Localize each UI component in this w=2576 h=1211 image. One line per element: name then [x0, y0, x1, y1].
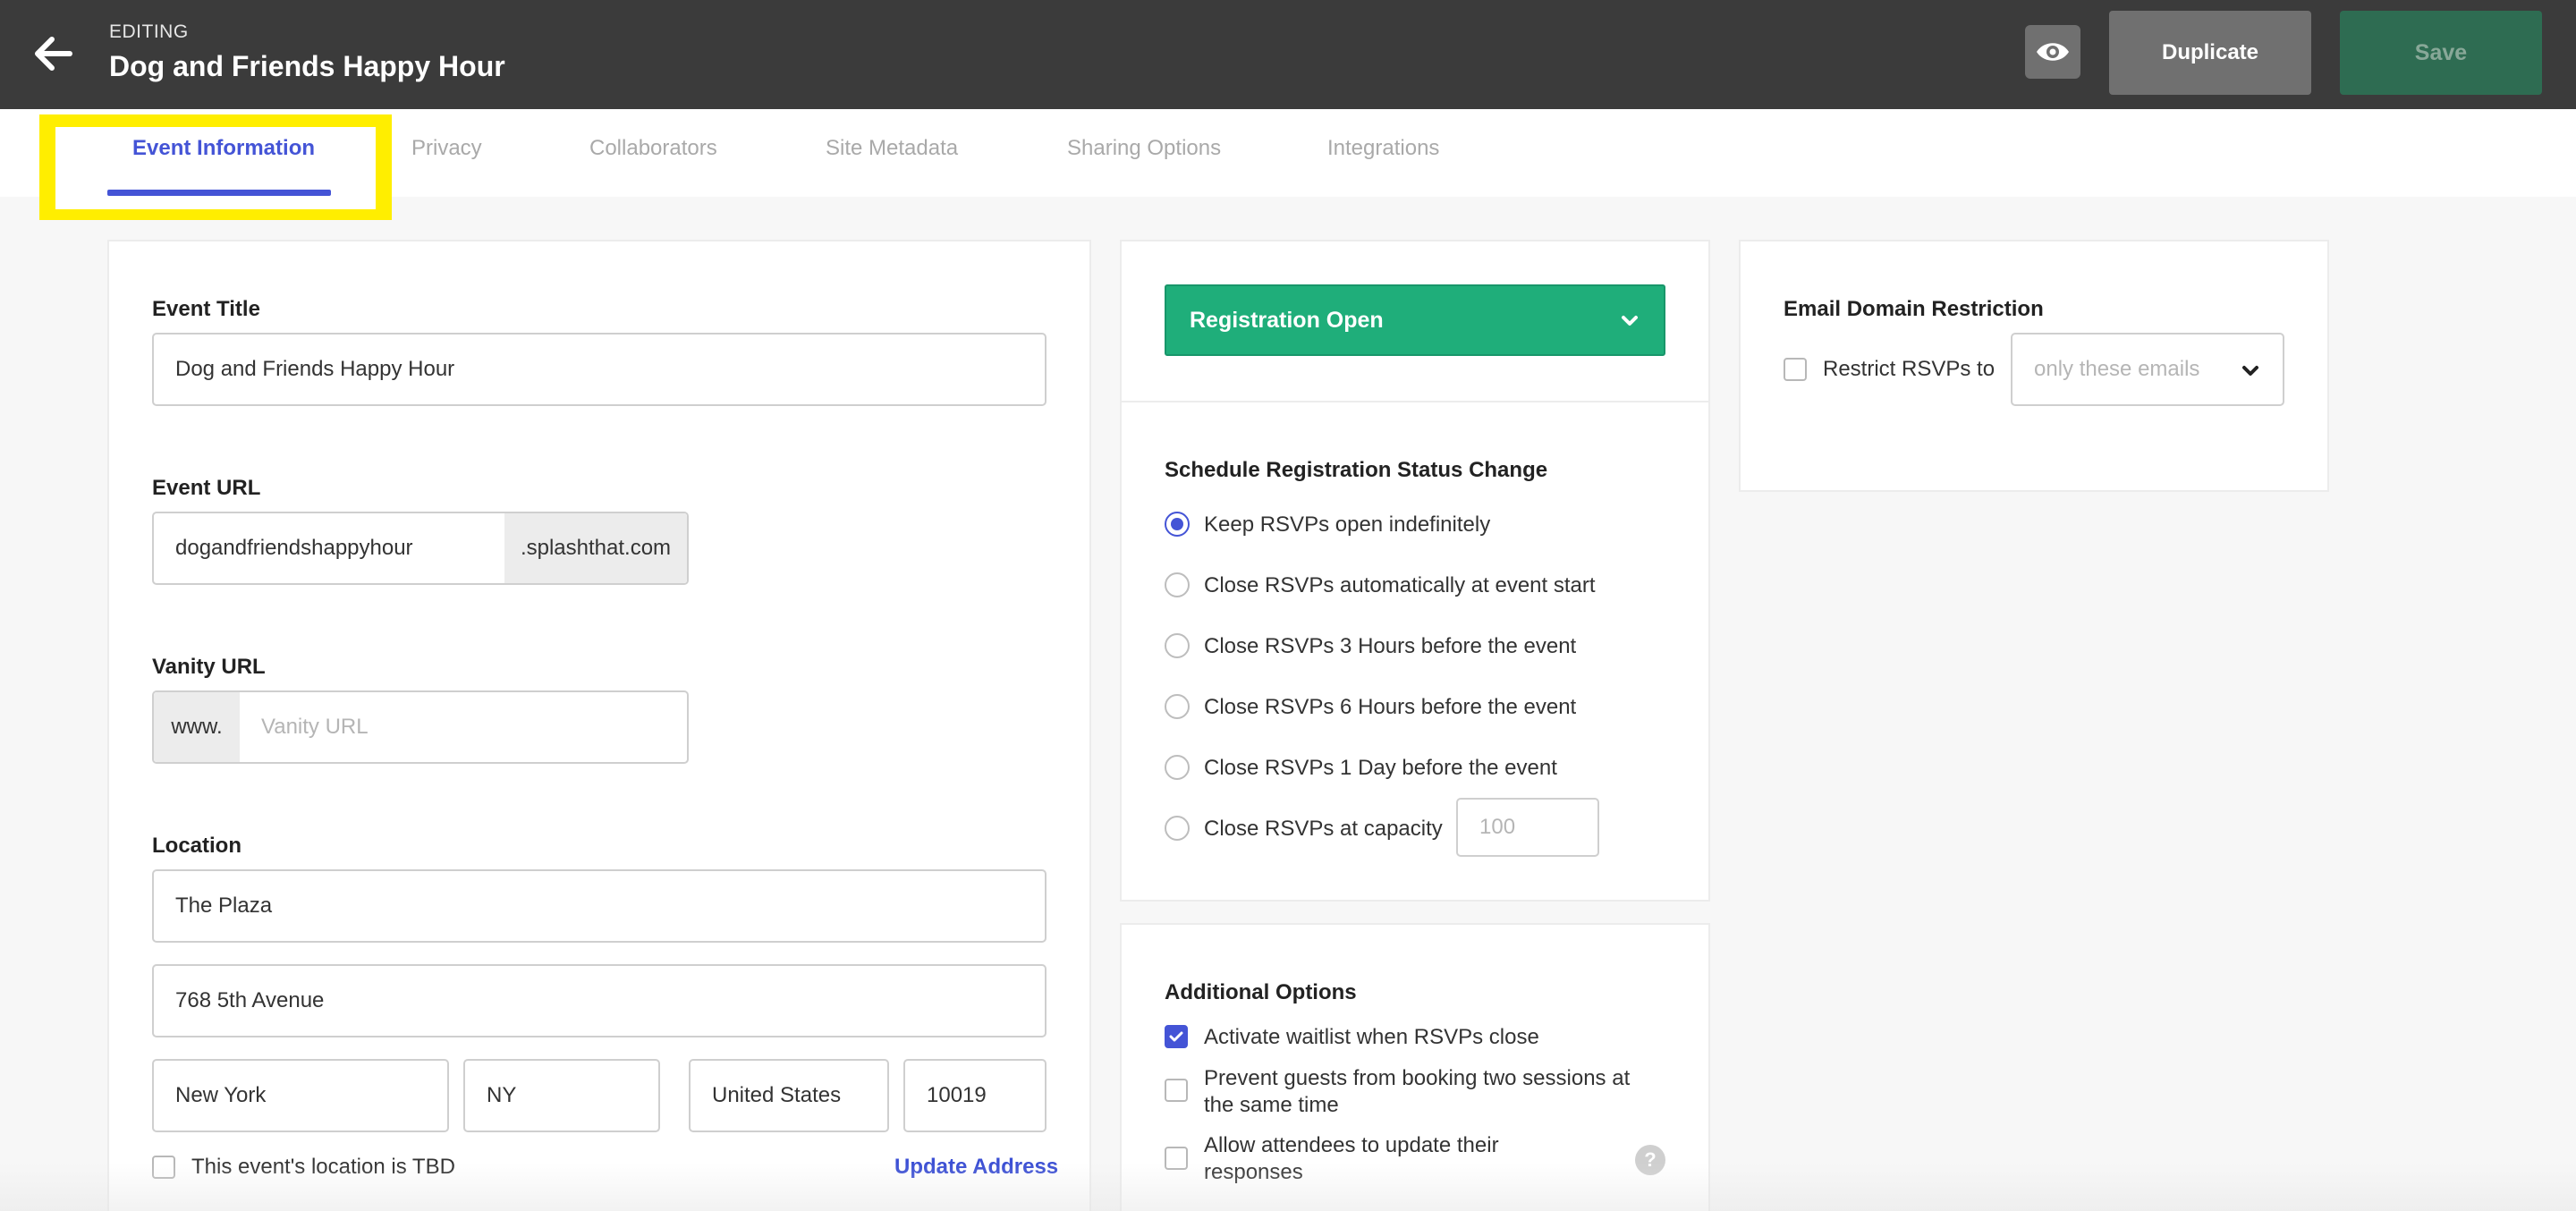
prevent-double-booking-label-line2: the same time	[1204, 1093, 1339, 1117]
capacity-input[interactable]: 100	[1456, 798, 1599, 857]
radio-close-6-hours[interactable]	[1165, 694, 1190, 719]
event-url-suffix: .splashthat.com	[504, 513, 687, 583]
location-label: Location	[152, 834, 242, 858]
radio-close-1-day[interactable]	[1165, 755, 1190, 780]
waitlist-checkbox[interactable]	[1165, 1025, 1188, 1048]
chevron-down-icon	[1622, 316, 1638, 326]
registration-status-value: Registration Open	[1190, 307, 1384, 333]
event-title-label: Event Title	[152, 297, 260, 321]
radio-close-at-capacity-label: Close RSVPs at capacity	[1204, 817, 1443, 841]
back-button[interactable]	[34, 36, 73, 72]
duplicate-button[interactable]: Duplicate	[2109, 11, 2311, 95]
tab-privacy[interactable]: Privacy	[411, 136, 482, 161]
vanity-url-prefix: www.	[154, 692, 240, 762]
location-tbd-checkbox[interactable]	[152, 1156, 175, 1179]
country-input[interactable]: United States	[689, 1059, 889, 1132]
radio-close-at-capacity[interactable]	[1165, 816, 1190, 841]
top-bar: EDITING Dog and Friends Happy Hour Dupli…	[0, 0, 2576, 109]
chevron-down-icon	[2242, 366, 2258, 376]
radio-close-at-start-label: Close RSVPs automatically at event start	[1204, 573, 1596, 597]
registration-status-select[interactable]: Registration Open	[1165, 284, 1665, 356]
tab-event-information[interactable]: Event Information	[132, 136, 315, 161]
allow-update-responses-checkbox[interactable]	[1165, 1147, 1188, 1170]
venue-input[interactable]: The Plaza	[152, 869, 1046, 943]
email-restriction-title: Email Domain Restriction	[1784, 297, 2044, 321]
state-input[interactable]: NY	[463, 1059, 660, 1132]
email-restriction-select-value: only these emails	[2034, 357, 2200, 381]
eye-icon	[2037, 43, 2069, 61]
radio-keep-open[interactable]	[1165, 512, 1190, 537]
page-title: Dog and Friends Happy Hour	[109, 50, 505, 82]
help-icon[interactable]: ?	[1635, 1145, 1665, 1175]
email-restriction-select[interactable]: only these emails	[2011, 333, 2284, 406]
tab-sharing-options[interactable]: Sharing Options	[1067, 136, 1221, 161]
event-url-label: Event URL	[152, 476, 261, 500]
editing-label: EDITING	[109, 21, 189, 42]
tab-integrations[interactable]: Integrations	[1327, 136, 1439, 161]
tab-collaborators[interactable]: Collaborators	[589, 136, 717, 161]
prevent-double-booking-label-line1: Prevent guests from booking two sessions…	[1204, 1066, 1631, 1090]
radio-close-1-day-label: Close RSVPs 1 Day before the event	[1204, 756, 1557, 780]
arrow-left-icon	[35, 37, 72, 71]
radio-close-3-hours-label: Close RSVPs 3 Hours before the event	[1204, 634, 1577, 658]
event-title-input[interactable]: Dog and Friends Happy Hour	[152, 333, 1046, 406]
city-input[interactable]: New York	[152, 1059, 449, 1132]
restrict-rsvps-checkbox[interactable]	[1784, 358, 1807, 381]
additional-options-title: Additional Options	[1165, 980, 1357, 1004]
schedule-title: Schedule Registration Status Change	[1165, 458, 1548, 482]
restrict-rsvps-label: Restrict RSVPs to	[1823, 357, 1996, 381]
waitlist-label: Activate waitlist when RSVPs close	[1204, 1025, 1539, 1049]
radio-keep-open-label: Keep RSVPs open indefinitely	[1204, 512, 1491, 537]
location-tbd-label: This event's location is TBD	[191, 1155, 455, 1179]
allow-update-responses-label-line1: Allow attendees to update their	[1204, 1133, 1499, 1157]
tab-site-metadata[interactable]: Site Metadata	[826, 136, 958, 161]
radio-close-6-hours-label: Close RSVPs 6 Hours before the event	[1204, 695, 1577, 719]
prevent-double-booking-checkbox[interactable]	[1165, 1079, 1188, 1102]
active-tab-underline	[107, 190, 331, 196]
zip-input[interactable]: 10019	[903, 1059, 1046, 1132]
street-input[interactable]: 768 5th Avenue	[152, 964, 1046, 1037]
checkmark-icon	[1169, 1031, 1183, 1042]
vanity-url-label: Vanity URL	[152, 655, 266, 679]
radio-close-3-hours[interactable]	[1165, 633, 1190, 658]
allow-update-responses-label-line2: responses	[1204, 1160, 1303, 1184]
radio-close-at-start[interactable]	[1165, 572, 1190, 597]
update-address-link[interactable]: Update Address	[894, 1155, 1058, 1180]
registration-divider	[1122, 401, 1708, 402]
save-button[interactable]: Save	[2340, 11, 2542, 95]
preview-button[interactable]	[2025, 25, 2080, 79]
